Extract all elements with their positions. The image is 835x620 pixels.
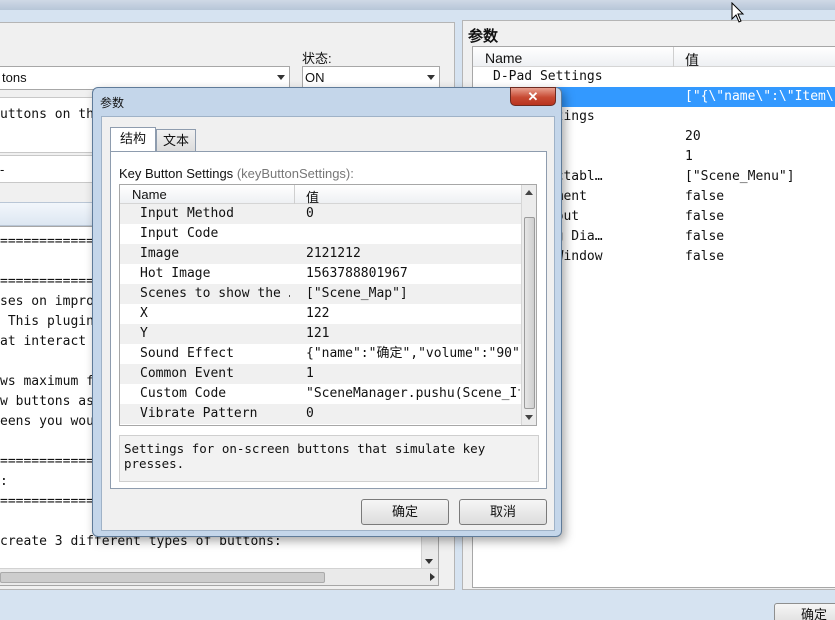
column-header-name[interactable]: Name bbox=[132, 187, 167, 202]
parameter-value: 20 bbox=[685, 129, 701, 144]
struct-row[interactable]: Sound Effect {"name":"确定","volume":"90"… bbox=[120, 344, 522, 364]
plugin-select-value: tons bbox=[2, 70, 27, 85]
help-line: eens you woul bbox=[0, 414, 102, 429]
struct-row[interactable]: Custom Code "SceneManager.pushu(Scene_It… bbox=[120, 384, 522, 404]
tab-text[interactable]: 文本 bbox=[156, 129, 196, 151]
cancel-button[interactable]: 取消 bbox=[459, 499, 547, 525]
struct-table-header: Name 值 bbox=[120, 185, 522, 205]
state-label: 状态: bbox=[302, 51, 332, 66]
arrow-down-icon bbox=[425, 559, 433, 564]
struct-row[interactable]: Input Code bbox=[120, 224, 522, 244]
struct-field-name: Y bbox=[140, 326, 148, 341]
parameter-value: false bbox=[685, 189, 725, 204]
struct-row[interactable]: Common Event 1 bbox=[120, 364, 522, 384]
arrow-right-icon[interactable] bbox=[430, 573, 435, 581]
dialog-title: 参数 bbox=[100, 96, 125, 110]
struct-field-name: Input Method bbox=[140, 206, 234, 221]
struct-field-name: Input Code bbox=[140, 226, 219, 241]
struct-field-name: Common Event bbox=[140, 366, 234, 381]
struct-row[interactable]: Hot Image 1563788801967 bbox=[120, 264, 522, 284]
help-line: ws maximum fl bbox=[0, 374, 102, 389]
scroll-up-button[interactable] bbox=[522, 185, 536, 200]
column-header-name[interactable]: Name bbox=[485, 50, 522, 66]
parameter-description: Settings for on-screen buttons that simu… bbox=[119, 435, 539, 482]
struct-field-value: 0 bbox=[306, 206, 314, 221]
help-line: : bbox=[0, 474, 8, 489]
field-label-title: Key Button Settings bbox=[119, 166, 234, 181]
plugin-description-text: uttons on the bbox=[0, 107, 102, 122]
scrollbar-thumb[interactable] bbox=[0, 572, 325, 583]
plugin-author-text: - bbox=[0, 162, 5, 177]
parameter-dialog: 参数 ✕ 结构 文本 Key Button Settings (keyButto… bbox=[92, 87, 562, 537]
field-label-key: (keyButtonSettings): bbox=[236, 166, 354, 181]
parameter-value: ["{\"name\":\"Item\",\ bbox=[685, 89, 835, 104]
struct-field-name: X bbox=[140, 306, 148, 321]
struct-row[interactable]: Y 121 bbox=[120, 324, 522, 344]
close-button[interactable]: ✕ bbox=[510, 87, 556, 106]
scrollbar-thumb[interactable] bbox=[524, 217, 535, 409]
parameters-list-header: Name 值 bbox=[473, 47, 835, 68]
help-line: at interact w bbox=[0, 334, 102, 349]
struct-row[interactable]: Input Method 0 bbox=[120, 204, 522, 224]
parameter-row[interactable]: D-Pad Settings bbox=[473, 67, 835, 87]
ok-button[interactable]: 确定 bbox=[361, 499, 449, 525]
chevron-down-icon bbox=[427, 75, 435, 80]
arrow-down-icon bbox=[525, 415, 533, 420]
mouse-cursor-icon bbox=[731, 2, 745, 23]
field-label: Key Button Settings (keyButtonSettings): bbox=[119, 166, 354, 181]
struct-field-name: Sound Effect bbox=[140, 346, 234, 361]
parameter-value: false bbox=[685, 249, 725, 264]
column-divider[interactable] bbox=[673, 47, 674, 67]
struct-field-name: Scenes to show the … bbox=[140, 286, 290, 301]
struct-field-name: Image bbox=[140, 246, 180, 261]
struct-field-value: 2121212 bbox=[306, 246, 361, 261]
struct-row[interactable]: Vibrate Pattern 0 bbox=[120, 404, 522, 424]
help-line: w buttons as bbox=[0, 394, 94, 409]
struct-table-scrollbar[interactable] bbox=[521, 185, 536, 425]
parameter-value: 1 bbox=[685, 149, 693, 164]
struct-row[interactable]: Image 2121212 bbox=[120, 244, 522, 264]
struct-field-value: 1563788801967 bbox=[306, 266, 408, 281]
chevron-down-icon bbox=[277, 75, 285, 80]
struct-row[interactable]: Scenes to show the … ["Scene_Map"] bbox=[120, 284, 522, 304]
tab-content: Key Button Settings (keyButtonSettings):… bbox=[110, 151, 547, 489]
parameter-value: false bbox=[685, 209, 725, 224]
parameter-value: false bbox=[685, 229, 725, 244]
help-line: ses on improv bbox=[0, 294, 102, 309]
scroll-down-button[interactable] bbox=[522, 410, 536, 425]
close-icon: ✕ bbox=[527, 89, 539, 104]
struct-table[interactable]: Name 值 Input Method 0 Input Code Image 21212… bbox=[119, 184, 537, 426]
column-divider[interactable] bbox=[294, 185, 295, 204]
struct-row[interactable]: X 122 bbox=[120, 304, 522, 324]
help-line: This plugin bbox=[0, 314, 94, 329]
parameter-value: ["Scene_Menu"] bbox=[685, 169, 795, 184]
struct-field-value: 122 bbox=[306, 306, 330, 321]
outer-window-top-strip bbox=[0, 0, 835, 10]
dialog-body: 结构 文本 Key Button Settings (keyButtonSett… bbox=[101, 116, 555, 531]
struct-field-name: Hot Image bbox=[140, 266, 211, 281]
parameter-name: D-Pad Settings bbox=[493, 69, 603, 84]
help-horizontal-scrollbar[interactable] bbox=[0, 568, 438, 585]
struct-field-value: 1 bbox=[306, 366, 314, 381]
struct-field-value: "SceneManager.pushu(Scene_It… bbox=[306, 386, 520, 401]
parameters-title: 参数 bbox=[468, 28, 499, 45]
struct-field-value: 0 bbox=[306, 406, 314, 421]
struct-field-value: {"name":"确定","volume":"90"… bbox=[306, 346, 520, 361]
ok-button[interactable]: 确定 bbox=[774, 603, 835, 620]
struct-field-value: 121 bbox=[306, 326, 330, 341]
struct-field-value: ["Scene_Map"] bbox=[306, 286, 408, 301]
state-select-value: ON bbox=[305, 70, 325, 85]
struct-field-name: Custom Code bbox=[140, 386, 227, 401]
arrow-up-icon bbox=[525, 190, 533, 195]
tab-structure[interactable]: 结构 bbox=[110, 127, 156, 152]
struct-field-name: Vibrate Pattern bbox=[140, 406, 258, 421]
